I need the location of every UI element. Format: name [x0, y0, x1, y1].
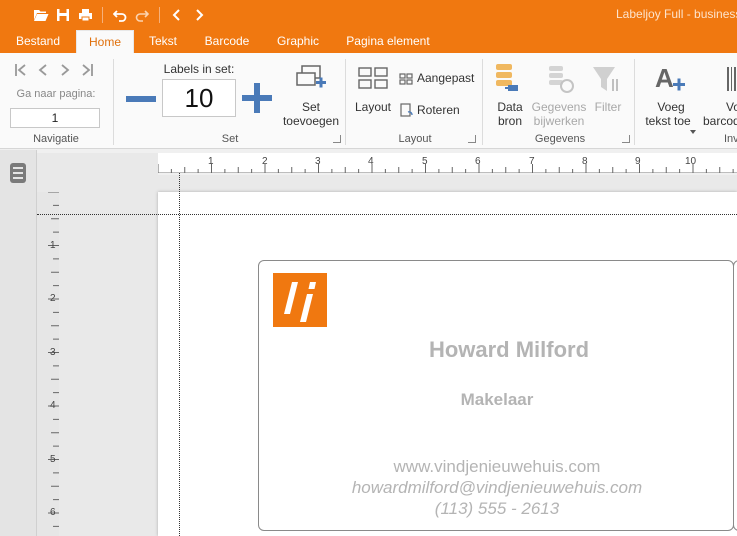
toolbar-separator	[159, 7, 160, 23]
group-label-invoegen: Inv	[724, 133, 737, 145]
tab-home[interactable]: Home	[76, 30, 134, 54]
margin-guide-vertical	[179, 173, 180, 536]
ruler-number: 9	[635, 156, 641, 167]
margin-guide-horizontal	[37, 214, 737, 215]
print-icon[interactable]	[74, 5, 96, 25]
group-separator	[345, 59, 346, 145]
ruler-number: 6	[475, 156, 481, 167]
horizontal-ruler: 1 2 3 4 5 6 7 8 9 10	[158, 153, 737, 173]
ruler-number: 1	[50, 240, 56, 251]
redo-icon[interactable]	[131, 5, 153, 25]
labels-in-set-label: Labels in set:	[163, 62, 235, 76]
add-text-icon[interactable]: A	[655, 63, 689, 100]
tab-pagina-element[interactable]: Pagina element	[338, 30, 438, 53]
undo-icon[interactable]	[109, 5, 131, 25]
layout-icon[interactable]	[358, 67, 388, 94]
data-source-icon[interactable]	[494, 63, 522, 100]
ruler-number: 6	[50, 507, 56, 518]
ruler-number: 3	[50, 347, 56, 358]
company-logo	[273, 273, 327, 332]
ruler-number: 3	[315, 156, 321, 167]
layers-panel-icon[interactable]	[9, 162, 27, 189]
ribbon-tab-row: Bestand Home Tekst Barcode Graphic Pagin…	[0, 30, 737, 54]
toolbar-separator	[102, 7, 103, 23]
filter-icon[interactable]	[592, 65, 622, 100]
ruler-number: 8	[582, 156, 588, 167]
add-text-label-1[interactable]: Voeg	[650, 101, 692, 114]
filter-label[interactable]: Filter	[592, 101, 624, 114]
ruler-number: 5	[422, 156, 428, 167]
card-role[interactable]: Makelaar	[259, 390, 735, 410]
group-separator	[634, 59, 635, 145]
group-label-set: Set	[221, 133, 239, 145]
minus-icon[interactable]	[126, 91, 156, 109]
tab-graphic[interactable]: Graphic	[268, 30, 328, 53]
group-label-layout: Layout	[398, 133, 432, 145]
ribbon: Ga naar pagina: 1 Navigatie Labels in se…	[0, 53, 737, 149]
custom-layout-label[interactable]: Aangepast	[417, 72, 474, 85]
tab-tekst[interactable]: Tekst	[140, 30, 186, 53]
rotate-label[interactable]: Roteren	[417, 104, 460, 117]
left-toolbar	[0, 150, 37, 536]
app-title: Labeljoy Full - business	[616, 7, 737, 21]
card-website[interactable]: www.vindjenieuwehuis.com	[259, 457, 735, 477]
tab-barcode[interactable]: Barcode	[196, 30, 258, 53]
business-card-label[interactable]: Howard Milford Makelaar www.vindjenieuwe…	[258, 260, 734, 531]
quick-access-toolbar	[30, 5, 210, 25]
gegevens-dialog-launcher-icon[interactable]	[622, 135, 630, 143]
first-page-icon[interactable]	[14, 63, 28, 82]
open-folder-icon[interactable]	[30, 5, 52, 25]
next-page-icon[interactable]	[58, 63, 72, 82]
title-bar: Labeljoy Full - business	[0, 0, 737, 30]
data-source-label-1[interactable]: Data	[492, 101, 528, 114]
last-page-icon[interactable]	[80, 63, 94, 82]
layout-dialog-launcher-icon[interactable]	[468, 135, 476, 143]
add-barcode-label-2[interactable]: barcod	[703, 115, 737, 128]
update-data-label-1[interactable]: Gegevens	[530, 101, 588, 114]
forward-arrow-icon[interactable]	[188, 5, 210, 25]
ruler-number: 1	[208, 156, 214, 167]
svg-text:A: A	[655, 63, 674, 93]
update-data-icon[interactable]	[547, 65, 575, 100]
group-label-gegevens: Gegevens	[534, 133, 586, 145]
rotate-icon[interactable]	[399, 103, 413, 122]
dropdown-arrow-icon[interactable]	[690, 121, 696, 139]
save-icon[interactable]	[52, 5, 74, 25]
labels-in-set-input[interactable]: 10	[162, 79, 236, 117]
group-separator	[113, 59, 114, 145]
ruler-number: 4	[50, 400, 56, 411]
ruler-number: 5	[50, 454, 56, 465]
card-email[interactable]: howardmilford@vindjenieuwehuis.com	[259, 478, 735, 498]
custom-layout-icon[interactable]	[399, 72, 413, 90]
vertical-ruler: 1 2 3 4 5 6	[37, 192, 59, 536]
add-text-label-2[interactable]: tekst toe	[640, 115, 696, 128]
update-data-label-2[interactable]: bijwerken	[530, 115, 588, 128]
card-phone[interactable]: (113) 555 - 2613	[259, 499, 735, 519]
next-label[interactable]	[733, 260, 737, 531]
data-source-label-2[interactable]: bron	[492, 115, 528, 128]
previous-page-icon[interactable]	[36, 63, 50, 82]
goto-page-input[interactable]: 1	[10, 108, 100, 128]
ruler-number: 2	[262, 156, 268, 167]
back-arrow-icon[interactable]	[166, 5, 188, 25]
add-set-icon[interactable]	[296, 65, 328, 100]
add-barcode-icon[interactable]	[726, 65, 737, 98]
tab-bestand[interactable]: Bestand	[6, 30, 70, 53]
ruler-corner	[37, 153, 158, 193]
card-name[interactable]: Howard Milford	[271, 337, 737, 363]
plus-icon[interactable]	[242, 83, 272, 118]
add-set-label-1[interactable]: Set	[282, 101, 340, 114]
group-label-navigatie: Navigatie	[33, 133, 79, 145]
add-barcode-label-1[interactable]: Vo	[726, 101, 737, 114]
group-separator	[482, 59, 483, 145]
ruler-number: 10	[685, 156, 697, 167]
ruler-number: 7	[529, 156, 535, 167]
layout-label[interactable]: Layout	[352, 101, 394, 114]
ruler-number: 4	[368, 156, 374, 167]
add-set-label-2[interactable]: toevoegen	[279, 115, 343, 128]
goto-page-label: Ga naar pagina:	[16, 88, 96, 100]
set-dialog-launcher-icon[interactable]	[333, 135, 341, 143]
ruler-number: 2	[50, 293, 56, 304]
